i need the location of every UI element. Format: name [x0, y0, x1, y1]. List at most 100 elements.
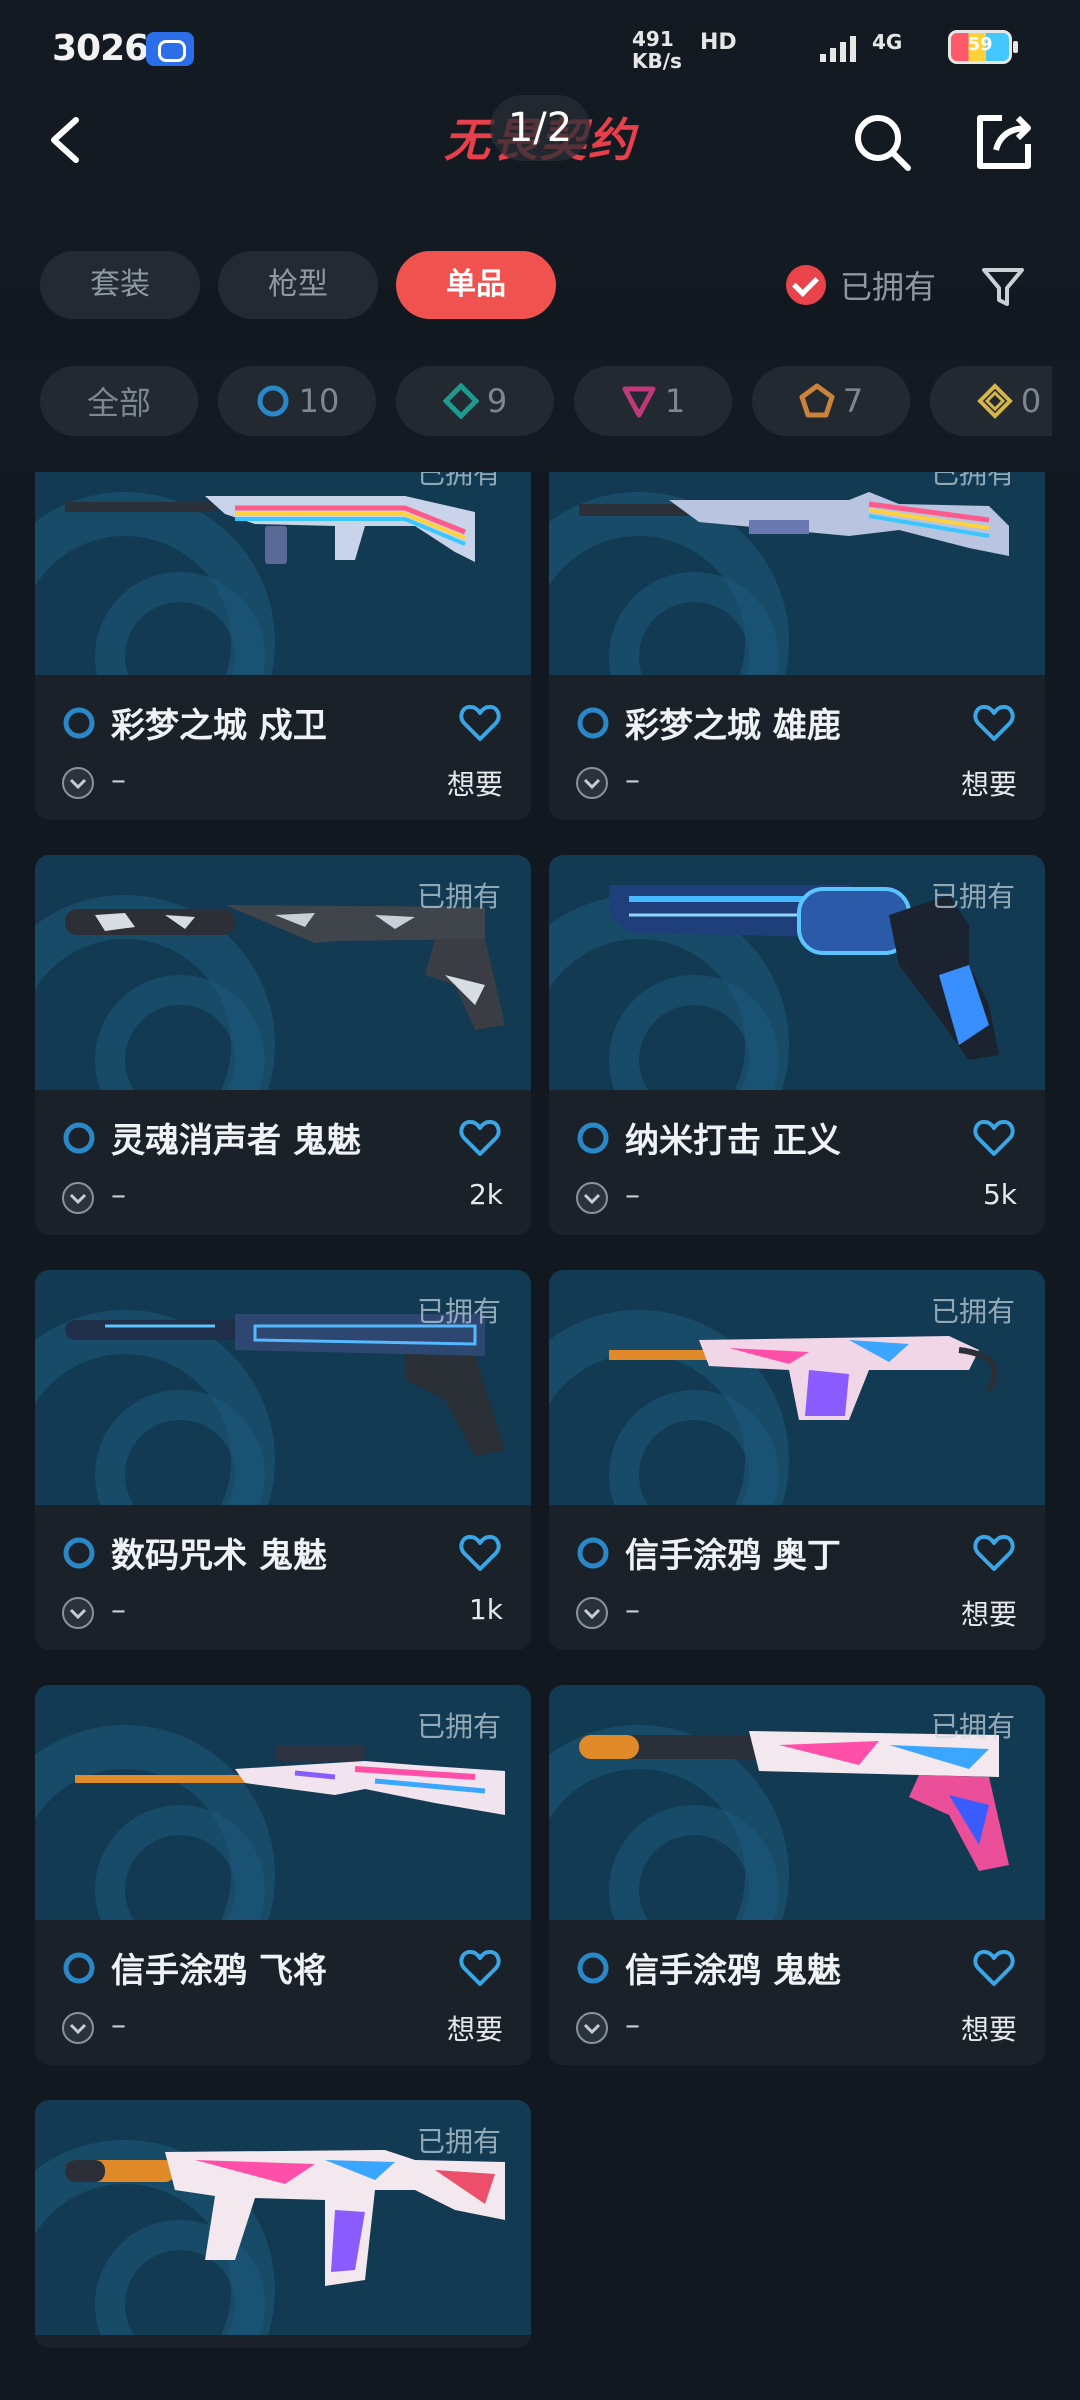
chip-select-count: 10: [298, 382, 340, 420]
chip-ultra[interactable]: 0: [930, 366, 1052, 436]
select-circle-icon: [577, 1537, 609, 1569]
owned-tag: 已拥有: [930, 472, 1015, 490]
filter-button[interactable]: [978, 262, 1028, 312]
search-icon: [855, 115, 911, 171]
tier-chevron-icon: [576, 767, 608, 799]
exclusive-pentagon-icon: [799, 383, 835, 418]
skin-name: 信手涂鸦 鬼魅: [625, 1951, 841, 1991]
network-speed-unit: KB/s: [632, 49, 682, 73]
owned-tag: 已拥有: [930, 1710, 1015, 1743]
category-tabs: 套装 枪型 单品: [40, 251, 556, 319]
skin-name: 数码咒术 鬼魅: [111, 1536, 327, 1576]
skin-image: 已拥有: [549, 1270, 1045, 1505]
wishlist-count: 想要: [446, 2013, 503, 2046]
wishlist-count: 2k: [468, 1178, 503, 1211]
hd-icon: HD: [700, 30, 737, 55]
tier-chevron-icon: [62, 767, 94, 799]
skin-image: 已拥有: [549, 1685, 1045, 1920]
skin-image: 已拥有: [35, 1270, 531, 1505]
signal-icon: [820, 34, 856, 62]
chip-deluxe-count: 9: [486, 382, 508, 420]
skin-card[interactable]: 已拥有 纳米打击 正义 – 5k: [549, 855, 1045, 1235]
heart-icon[interactable]: [973, 1533, 1015, 1573]
skin-card[interactable]: 已拥有 信手涂鸦 飞将 – 想要: [35, 1685, 531, 2065]
skin-name: 信手涂鸦 飞将: [111, 1951, 327, 1991]
skin-price: –: [625, 1178, 640, 1213]
skin-image: 已拥有: [35, 1685, 531, 1920]
rarity-chips: 全部 10 9 1 7 0: [40, 366, 1052, 436]
heart-icon[interactable]: [973, 1948, 1015, 1988]
owned-tag: 已拥有: [416, 880, 501, 913]
owned-tag: 已拥有: [930, 880, 1015, 913]
skin-card[interactable]: 已拥有 灵魂消声者 鬼魅 – 2k: [35, 855, 531, 1235]
skin-image: 已拥有: [35, 2100, 531, 2335]
skin-card[interactable]: 已拥有 信手涂鸦 鬼魅 – 想要: [549, 1685, 1045, 2065]
tier-chevron-icon: [62, 1182, 94, 1214]
skin-card[interactable]: 已拥有 数码咒术 鬼魅 – 1k: [35, 1270, 531, 1650]
skin-image: 已拥有: [35, 855, 531, 1090]
select-circle-icon: [577, 1122, 609, 1154]
heart-icon[interactable]: [459, 1948, 501, 1988]
skin-image: 已拥有: [35, 472, 531, 675]
skin-name: 彩梦之城 雄鹿: [625, 706, 841, 746]
heart-icon[interactable]: [459, 1533, 501, 1573]
chip-deluxe[interactable]: 9: [396, 366, 554, 436]
check-circle-icon: [786, 265, 826, 305]
skin-image: 已拥有: [549, 855, 1045, 1090]
wishlist-count: 想要: [960, 768, 1017, 801]
chip-all[interactable]: 全部: [40, 366, 198, 436]
skin-card[interactable]: 已拥有 彩梦之城 戍卫 – 想要: [35, 472, 531, 820]
premium-triangle-icon: [622, 386, 656, 418]
share-icon: [977, 115, 1031, 169]
select-circle-icon: [63, 707, 95, 739]
select-circle-icon: [63, 1952, 95, 1984]
skin-name: 灵魂消声者 鬼魅: [111, 1121, 361, 1161]
tier-chevron-icon: [62, 2012, 94, 2044]
select-circle-icon: [577, 1952, 609, 1984]
tab-weapon-types[interactable]: 枪型: [218, 251, 378, 319]
chip-exclusive[interactable]: 7: [752, 366, 910, 436]
select-circle-icon: [63, 1537, 95, 1569]
mobile-data-icon: 4G: [872, 30, 903, 54]
wishlist-count: 1k: [468, 1593, 503, 1626]
skin-price: –: [625, 1593, 640, 1628]
owned-tag: 已拥有: [930, 1295, 1015, 1328]
back-button[interactable]: [40, 110, 100, 170]
rifle-icon: [65, 496, 475, 564]
skin-card[interactable]: 已拥有 彩梦之城 雄鹿 – 想要: [549, 472, 1045, 820]
shotgun-icon: [579, 492, 1009, 556]
wishlist-count: 想要: [960, 2013, 1017, 2046]
rarity-filter-bar: 全部 10 9 1 7 0: [0, 360, 1080, 472]
battery-icon: 59: [948, 30, 1018, 64]
chip-select[interactable]: 10: [218, 366, 376, 436]
status-bar: 30267 491 KB/s HD 4G 59: [0, 0, 1080, 95]
search-button[interactable]: [850, 110, 914, 174]
heart-icon[interactable]: [973, 703, 1015, 743]
owned-filter-toggle[interactable]: 已拥有: [786, 251, 936, 319]
heart-icon[interactable]: [459, 1118, 501, 1158]
chevron-left-icon: [51, 117, 79, 163]
owned-tag: 已拥有: [416, 1295, 501, 1328]
share-button[interactable]: [972, 110, 1036, 174]
chip-ultra-count: 0: [1020, 382, 1042, 420]
heart-icon[interactable]: [459, 703, 501, 743]
skin-card[interactable]: 已拥有 信手涂鸦 奥丁 – 想要: [549, 1270, 1045, 1650]
wishlist-count: 想要: [446, 768, 503, 801]
funnel-icon: [982, 268, 1024, 306]
skin-price: –: [111, 1593, 126, 1628]
network-speed-value: 491: [632, 27, 674, 51]
chip-premium[interactable]: 1: [574, 366, 732, 436]
tab-bundles[interactable]: 套装: [40, 251, 200, 319]
skin-card[interactable]: 已拥有: [35, 2100, 531, 2348]
skin-price: –: [111, 1178, 126, 1213]
owned-tag: 已拥有: [416, 1710, 501, 1743]
tier-chevron-icon: [576, 2012, 608, 2044]
skin-grid: 已拥有 彩梦之城 戍卫 – 想要 已拥有 彩梦之城 雄鹿 – 想要 已拥有 灵魂…: [35, 472, 1045, 2400]
heart-icon[interactable]: [973, 1118, 1015, 1158]
chip-exclusive-count: 7: [842, 382, 864, 420]
tab-single-items[interactable]: 单品: [396, 251, 556, 319]
skin-name: 彩梦之城 戍卫: [111, 706, 327, 746]
chip-all-label: 全部: [86, 384, 151, 422]
select-circle-icon: [257, 385, 289, 417]
select-circle-icon: [63, 1122, 95, 1154]
